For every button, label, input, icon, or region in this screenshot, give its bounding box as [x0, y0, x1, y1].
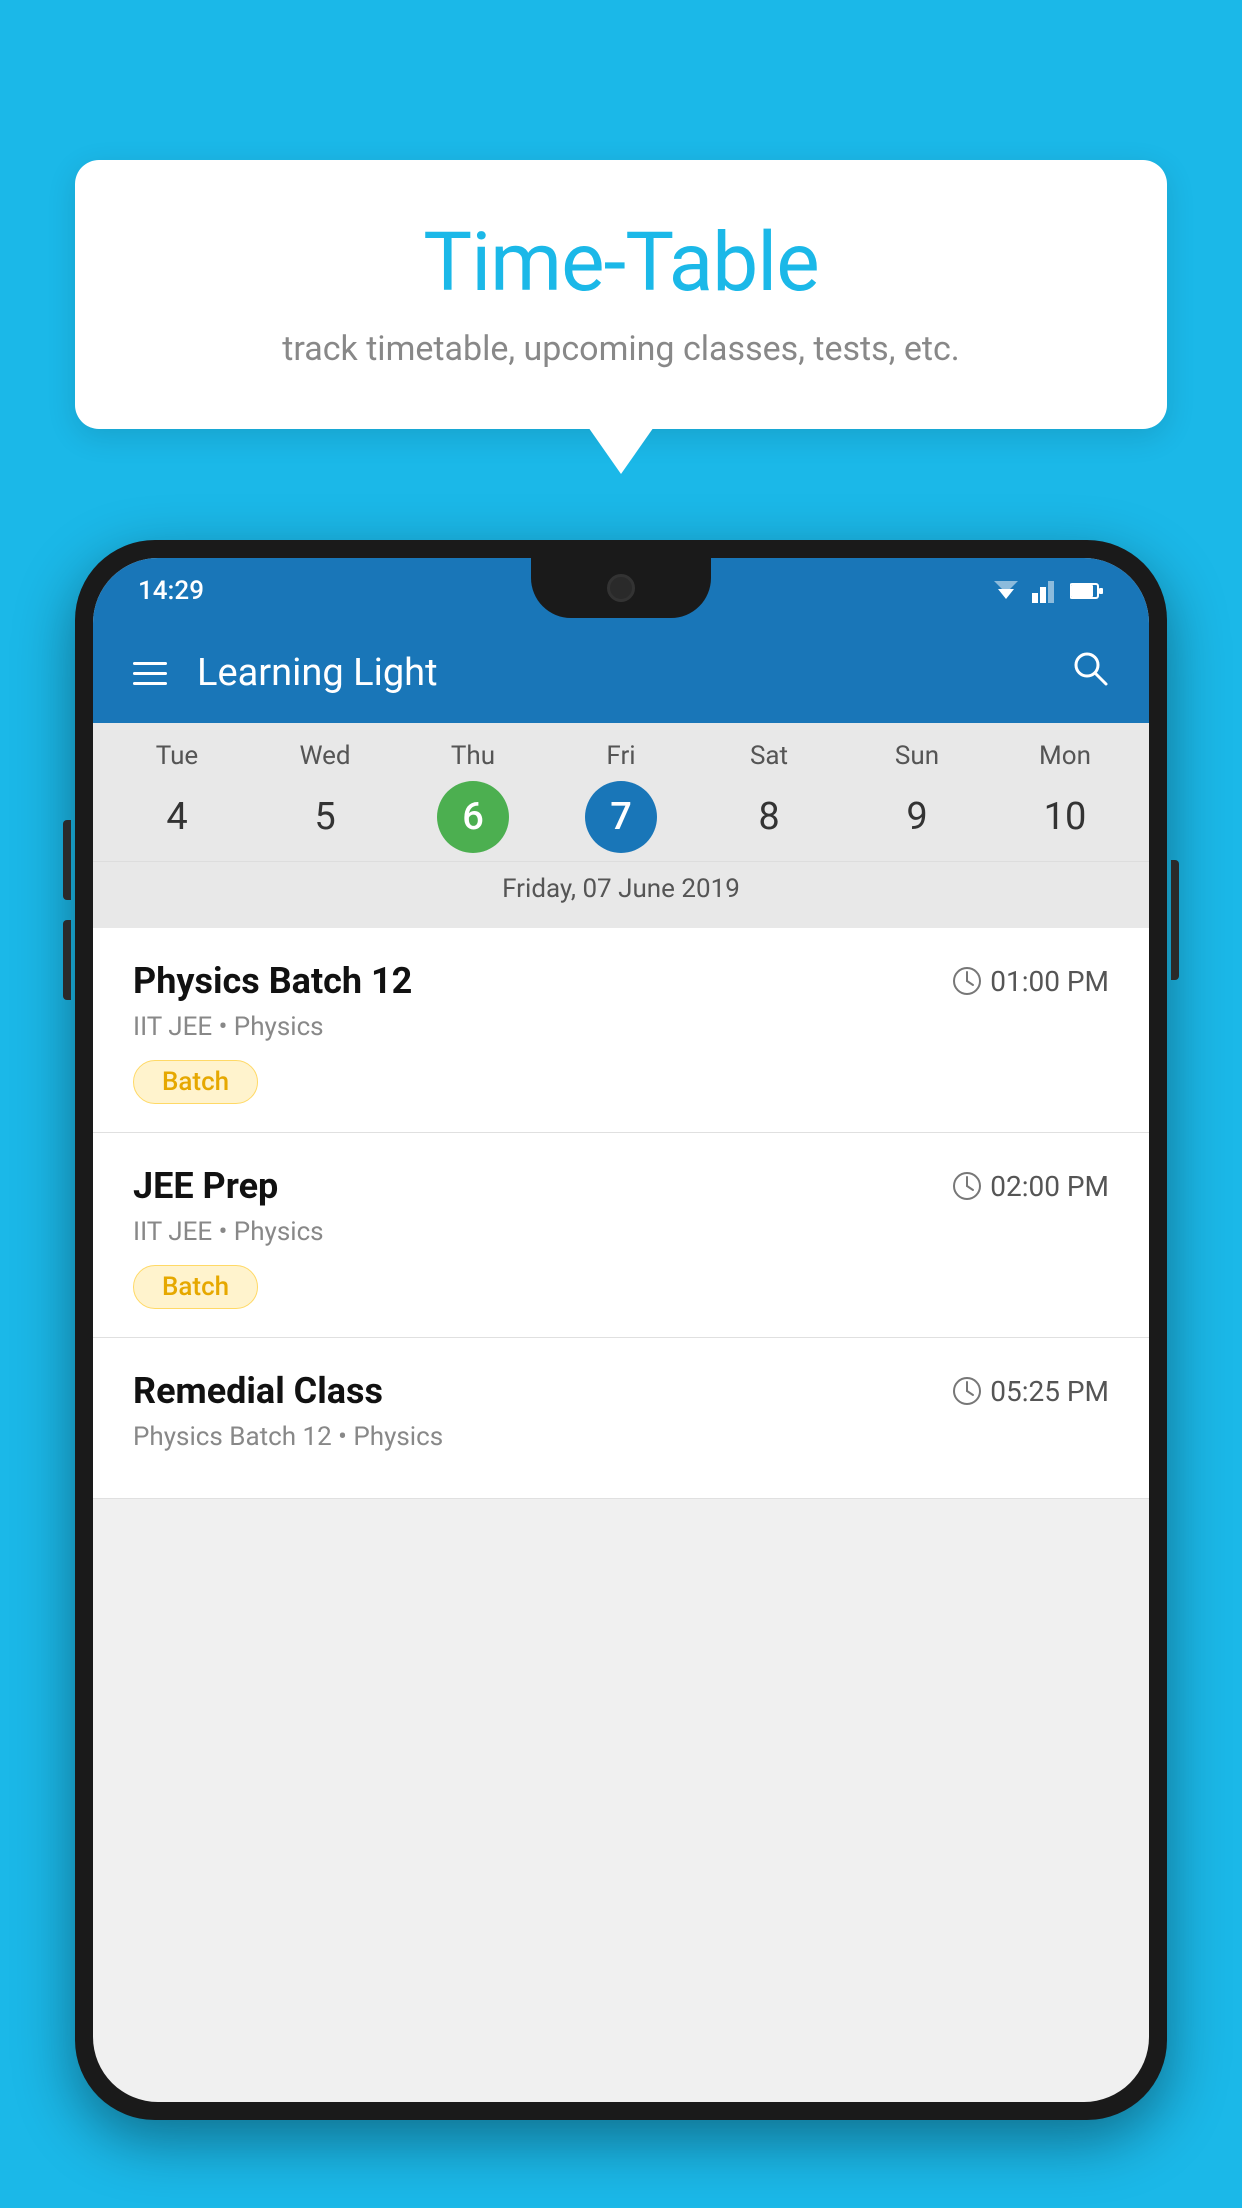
- day-name: Tue: [156, 741, 198, 771]
- day-name: Mon: [1039, 741, 1091, 771]
- hamburger-menu-button[interactable]: [133, 662, 167, 685]
- signal-icon: [1032, 579, 1060, 603]
- phone-screen: 14:29: [93, 558, 1149, 2102]
- day-cell-5[interactable]: Wed 5: [260, 741, 390, 853]
- wifi-icon: [990, 579, 1022, 603]
- day-number[interactable]: 7: [585, 781, 657, 853]
- day-number[interactable]: 6: [437, 781, 509, 853]
- app-title: Learning Light: [197, 651, 1071, 695]
- day-cell-10[interactable]: Mon 10: [1000, 741, 1130, 853]
- day-name: Thu: [451, 741, 495, 771]
- day-number[interactable]: 9: [881, 781, 953, 853]
- class-card-1[interactable]: JEE Prep 02:00 PM IIT JEE • Physics Batch: [93, 1133, 1149, 1338]
- day-number[interactable]: 8: [733, 781, 805, 853]
- days-row: Tue 4 Wed 5 Thu 6 Fri 7 Sat 8 Sun 9 Mon 10: [93, 741, 1149, 853]
- day-name: Fri: [606, 741, 635, 771]
- day-cell-6[interactable]: Thu 6: [408, 741, 538, 853]
- day-name: Sun: [895, 741, 939, 771]
- bubble-subtitle: track timetable, upcoming classes, tests…: [135, 329, 1107, 369]
- bubble-title: Time-Table: [135, 215, 1107, 311]
- selected-date-label: Friday, 07 June 2019: [93, 861, 1149, 918]
- day-name: Wed: [299, 741, 350, 771]
- clock-icon: [952, 1171, 982, 1201]
- class-time: 01:00 PM: [952, 965, 1109, 998]
- battery-icon: [1070, 582, 1104, 600]
- class-subtitle: Physics Batch 12 • Physics: [133, 1422, 1109, 1452]
- class-card-2[interactable]: Remedial Class 05:25 PM Physics Batch 12 •…: [93, 1338, 1149, 1499]
- clock-icon: [952, 1376, 982, 1406]
- class-time: 02:00 PM: [952, 1170, 1109, 1203]
- class-subtitle: IIT JEE • Physics: [133, 1217, 1109, 1247]
- status-time: 14:29: [138, 576, 204, 606]
- volume-down-button: [63, 920, 71, 1000]
- class-card-0[interactable]: Physics Batch 12 01:00 PM IIT JEE • Physic…: [93, 928, 1149, 1133]
- class-time-text: 01:00 PM: [990, 965, 1109, 998]
- class-subtitle: IIT JEE • Physics: [133, 1012, 1109, 1042]
- class-header: Physics Batch 12 01:00 PM: [133, 960, 1109, 1002]
- day-cell-9[interactable]: Sun 9: [852, 741, 982, 853]
- front-camera: [607, 574, 635, 602]
- batch-badge: Batch: [133, 1265, 258, 1309]
- class-list: Physics Batch 12 01:00 PM IIT JEE • Physic…: [93, 928, 1149, 1499]
- day-cell-7[interactable]: Fri 7: [556, 741, 686, 853]
- class-name: Physics Batch 12: [133, 960, 412, 1002]
- status-icons: [990, 579, 1104, 603]
- day-number[interactable]: 4: [141, 781, 213, 853]
- clock-icon: [952, 966, 982, 996]
- day-cell-4[interactable]: Tue 4: [112, 741, 242, 853]
- class-time-text: 02:00 PM: [990, 1170, 1109, 1203]
- class-time-text: 05:25 PM: [990, 1375, 1109, 1408]
- app-bar: Learning Light: [93, 623, 1149, 723]
- class-name: Remedial Class: [133, 1370, 383, 1412]
- phone-shell: 14:29: [75, 540, 1167, 2120]
- batch-badge: Batch: [133, 1060, 258, 1104]
- class-time: 05:25 PM: [952, 1375, 1109, 1408]
- power-button: [1171, 860, 1179, 980]
- volume-up-button: [63, 820, 71, 900]
- class-header: Remedial Class 05:25 PM: [133, 1370, 1109, 1412]
- class-name: JEE Prep: [133, 1165, 278, 1207]
- calendar-week: Tue 4 Wed 5 Thu 6 Fri 7 Sat 8 Sun 9 Mon 10 Friday, 07…: [93, 723, 1149, 928]
- day-number[interactable]: 10: [1029, 781, 1101, 853]
- class-header: JEE Prep 02:00 PM: [133, 1165, 1109, 1207]
- search-button[interactable]: [1071, 649, 1109, 697]
- day-name: Sat: [750, 741, 788, 771]
- phone-notch: [531, 558, 711, 618]
- speech-bubble-card: Time-Table track timetable, upcoming cla…: [75, 160, 1167, 429]
- day-number[interactable]: 5: [289, 781, 361, 853]
- day-cell-8[interactable]: Sat 8: [704, 741, 834, 853]
